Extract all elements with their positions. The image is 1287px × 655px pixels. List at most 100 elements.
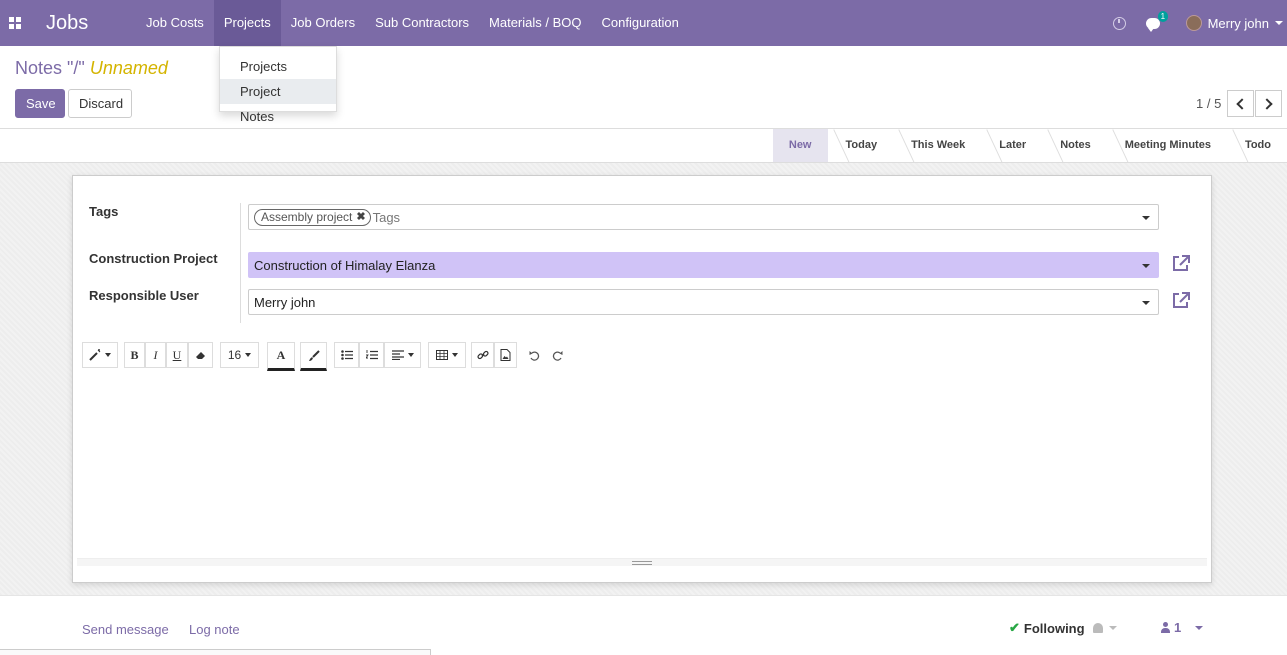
font-size-value: 16 (227, 348, 242, 362)
list-ul-icon (340, 350, 353, 360)
highlight-color-button[interactable] (300, 342, 327, 371)
underline-button[interactable]: U (166, 342, 188, 368)
status-bar: New Today This Week Later Notes Meeting … (0, 128, 1287, 163)
paragraph-align-button[interactable] (384, 342, 421, 368)
table-icon (436, 350, 448, 360)
undo-icon (529, 350, 539, 361)
bell-icon[interactable] (1092, 623, 1103, 633)
table-button[interactable] (428, 342, 466, 368)
clear-format-button[interactable] (188, 342, 213, 368)
menu-projects[interactable]: Projects (213, 0, 281, 46)
user-menu-name[interactable]: Merry john (1208, 16, 1269, 31)
top-navbar: Jobs Job Costs Projects Job Orders Sub C… (0, 0, 1287, 46)
pager-next-button[interactable] (1255, 90, 1282, 117)
insert-link-button[interactable] (471, 342, 494, 368)
send-message-button[interactable]: Send message (82, 622, 169, 637)
menu-configuration[interactable]: Configuration (592, 0, 689, 46)
external-link-icon[interactable] (1171, 291, 1191, 309)
pager-value[interactable]: 1 / 5 (1196, 96, 1221, 111)
menu-job-costs[interactable]: Job Costs (136, 0, 214, 46)
chevron-right-icon (1261, 97, 1273, 110)
tag-remove-icon[interactable]: ✖ (356, 210, 365, 225)
followers-caret-icon[interactable] (1195, 625, 1204, 630)
redo-button[interactable] (547, 342, 567, 368)
chatter-divider (0, 595, 1287, 596)
stage-meeting-minutes[interactable]: Meeting Minutes (1107, 129, 1227, 162)
discard-button[interactable]: Discard (68, 89, 132, 118)
link-icon (476, 350, 489, 360)
redo-icon (552, 350, 562, 361)
tags-label: Tags (89, 204, 119, 219)
eraser-icon (195, 352, 205, 359)
font-size-button[interactable]: 16 (220, 342, 259, 368)
log-note-button[interactable]: Log note (189, 622, 240, 637)
breadcrumb: Notes "/" Unnamed (15, 58, 168, 79)
menu-materials-boq[interactable]: Materials / BOQ (479, 0, 591, 46)
tag-badge: Assembly project ✖ (254, 208, 371, 226)
apps-menu-icon[interactable] (0, 0, 30, 46)
form-sheet: Tags Construction Project Responsible Us… (72, 175, 1212, 583)
tags-field[interactable]: Assembly project ✖ Tags (248, 204, 1159, 230)
construction-project-field[interactable]: Construction of Himalay Elanza (248, 252, 1159, 278)
stage-later[interactable]: Later (981, 129, 1042, 162)
responsible-user-value: Merry john (254, 294, 316, 310)
external-link-icon[interactable] (1171, 254, 1191, 272)
tags-dropdown-caret-icon[interactable] (1142, 216, 1150, 220)
menu-sub-contractors[interactable]: Sub Contractors (365, 0, 479, 46)
tag-label: Assembly project (261, 209, 353, 224)
align-left-icon (391, 350, 404, 360)
projects-dropdown-menu: Projects Project Notes (219, 46, 337, 124)
dropdown-item-projects[interactable]: Projects (220, 54, 336, 79)
save-button[interactable]: Save (15, 89, 65, 118)
stage-today[interactable]: Today (828, 129, 894, 162)
breadcrumb-record-name: Unnamed (89, 58, 168, 78)
paintbrush-icon (308, 349, 320, 361)
chevron-left-icon (1236, 97, 1248, 110)
file-image-icon (500, 349, 511, 361)
stage-this-week[interactable]: This Week (893, 129, 981, 162)
bold-button[interactable]: B (124, 342, 145, 368)
status-tooltip-strip (0, 649, 431, 655)
list-ol-icon (365, 350, 378, 360)
menu-job-orders[interactable]: Job Orders (281, 0, 365, 46)
numbered-list-button[interactable] (359, 342, 384, 368)
construction-project-value: Construction of Himalay Elanza (254, 257, 436, 273)
following-button[interactable]: ✔ Following (1009, 620, 1117, 636)
following-label: Following (1023, 620, 1085, 636)
user-dropdown-caret-icon[interactable] (1142, 301, 1150, 305)
app-title: Jobs (46, 11, 89, 34)
breadcrumb-prefix: Notes "/" (15, 58, 85, 78)
stage-todo[interactable]: Todo (1227, 129, 1287, 162)
editor-resize-handle[interactable] (77, 558, 1207, 566)
insert-image-button[interactable] (494, 342, 517, 368)
chat-icon (1145, 17, 1160, 32)
resize-grip-icon (632, 561, 652, 565)
subscription-caret-icon[interactable] (1108, 626, 1117, 630)
dropdown-item-project-notes[interactable]: Project Notes (220, 79, 336, 124)
activity-clock-icon[interactable] (1112, 16, 1126, 30)
bullet-list-button[interactable] (334, 342, 359, 368)
label-separator (240, 203, 241, 323)
construction-project-label: Construction Project (89, 251, 218, 266)
pager-previous-button[interactable] (1227, 90, 1254, 117)
followers-button[interactable]: 1 (1161, 620, 1204, 635)
main-menu: Job Costs Projects Job Orders Sub Contra… (136, 0, 689, 46)
style-button[interactable] (82, 342, 118, 368)
responsible-user-label: Responsible User (89, 288, 199, 303)
project-dropdown-caret-icon[interactable] (1142, 264, 1150, 268)
stage-notes[interactable]: Notes (1042, 129, 1107, 162)
chat-count-badge: 1 (1157, 10, 1169, 22)
messaging-button[interactable]: 1 (1145, 10, 1169, 32)
stage-new[interactable]: New (772, 129, 828, 162)
undo-button[interactable] (524, 342, 544, 368)
user-menu-caret-icon[interactable] (1275, 21, 1283, 25)
followers-count: 1 (1174, 620, 1182, 635)
italic-button[interactable]: I (145, 342, 166, 368)
user-avatar[interactable] (1185, 15, 1202, 31)
responsible-user-field[interactable]: Merry john (248, 289, 1159, 315)
person-icon (1161, 622, 1170, 633)
magic-wand-icon (89, 349, 101, 361)
font-color-button[interactable]: A (267, 342, 295, 371)
check-icon: ✔ (1009, 620, 1020, 635)
tags-input[interactable]: Tags (373, 210, 400, 225)
